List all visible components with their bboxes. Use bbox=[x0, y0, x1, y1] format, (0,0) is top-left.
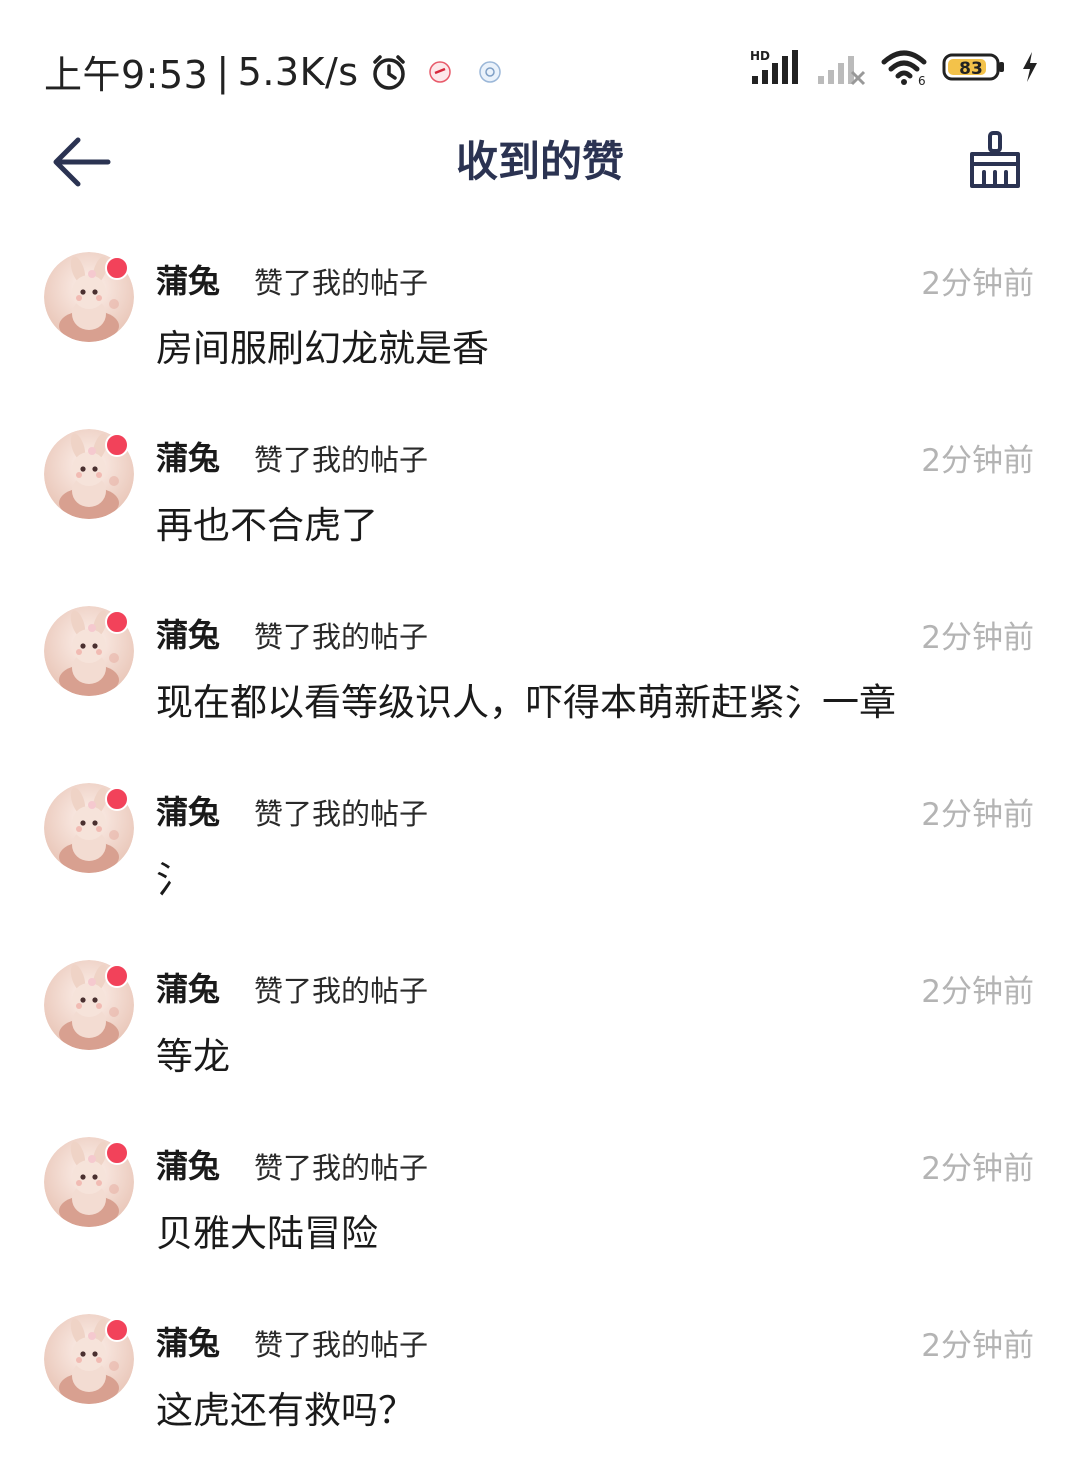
alarm-icon bbox=[372, 54, 405, 90]
unread-dot bbox=[105, 787, 129, 811]
likes-list: 蒲兔 赞了我的帖子 2分钟前 房间服刷幻龙就是香 蒲兔 赞了我的帖子 2分钟前 … bbox=[0, 230, 1080, 1469]
list-item[interactable]: 蒲兔 赞了我的帖子 2分钟前 等龙 bbox=[0, 938, 1080, 1115]
action-text: 赞了我的帖子 bbox=[254, 797, 429, 831]
username[interactable]: 蒲兔 bbox=[156, 964, 220, 1010]
post-content[interactable]: 再也不合虎了 bbox=[156, 495, 378, 549]
notification-icon bbox=[478, 60, 501, 83]
timestamp: 2分钟前 bbox=[921, 1328, 1034, 1364]
svg-text:6: 6 bbox=[918, 74, 926, 86]
unread-dot bbox=[105, 1318, 129, 1342]
status-time: 上午9:53 bbox=[44, 53, 209, 97]
post-content[interactable]: 氵 bbox=[156, 849, 193, 903]
timestamp: 2分钟前 bbox=[921, 443, 1034, 479]
action-text: 赞了我的帖子 bbox=[254, 620, 429, 654]
list-item[interactable]: 蒲兔 赞了我的帖子 2分钟前 氵 bbox=[0, 761, 1080, 938]
username[interactable]: 蒲兔 bbox=[156, 610, 220, 656]
post-content[interactable]: 等龙 bbox=[156, 1026, 230, 1080]
timestamp: 2分钟前 bbox=[921, 797, 1034, 833]
status-separator: | bbox=[216, 49, 230, 94]
action-text: 赞了我的帖子 bbox=[254, 974, 429, 1008]
post-content[interactable]: 这虎还有救吗？ bbox=[156, 1380, 415, 1434]
timestamp: 2分钟前 bbox=[921, 266, 1034, 302]
broom-icon[interactable] bbox=[966, 130, 1024, 190]
signal-icon bbox=[818, 56, 866, 86]
username[interactable]: 蒲兔 bbox=[156, 787, 220, 833]
post-content[interactable]: 房间服刷幻龙就是香 bbox=[156, 318, 489, 372]
list-item[interactable]: 蒲兔 赞了我的帖子 2分钟前 现在都以看等级识人，吓得本萌新赶紧氵一章 bbox=[0, 584, 1080, 761]
header: 收到的赞 bbox=[0, 120, 1080, 204]
unread-dot bbox=[105, 964, 129, 988]
list-item[interactable]: 蒲兔 赞了我的帖子 2分钟前 这虎还有救吗？ bbox=[0, 1292, 1080, 1469]
username[interactable]: 蒲兔 bbox=[156, 1141, 220, 1187]
username[interactable]: 蒲兔 bbox=[156, 433, 220, 479]
battery-level: 83 bbox=[959, 59, 983, 79]
status-bar: 上午9:53 | 5.3K/s HD 6 83 bbox=[0, 0, 1080, 120]
action-text: 赞了我的帖子 bbox=[254, 1328, 429, 1362]
unread-dot bbox=[105, 610, 129, 634]
status-right: HD 6 83 bbox=[750, 48, 1040, 86]
action-text: 赞了我的帖子 bbox=[254, 1151, 429, 1185]
timestamp: 2分钟前 bbox=[921, 620, 1034, 656]
list-item[interactable]: 蒲兔 赞了我的帖子 2分钟前 再也不合虎了 bbox=[0, 407, 1080, 584]
signal-icon: HD bbox=[750, 49, 798, 84]
charging-icon bbox=[1023, 52, 1037, 82]
timestamp: 2分钟前 bbox=[921, 1151, 1034, 1187]
action-text: 赞了我的帖子 bbox=[254, 443, 429, 477]
list-item[interactable]: 蒲兔 赞了我的帖子 2分钟前 贝雅大陆冒险 bbox=[0, 1115, 1080, 1292]
page-title: 收到的赞 bbox=[455, 137, 624, 186]
signal-hd-label: HD bbox=[750, 49, 770, 63]
unread-dot bbox=[105, 1141, 129, 1165]
post-content[interactable]: 现在都以看等级识人，吓得本萌新赶紧氵一章 bbox=[156, 672, 896, 726]
notification-icon bbox=[428, 60, 451, 83]
battery-icon: 83 bbox=[942, 53, 1004, 81]
post-content[interactable]: 贝雅大陆冒险 bbox=[156, 1203, 378, 1257]
status-net-speed: 5.3K/s bbox=[237, 49, 359, 94]
username[interactable]: 蒲兔 bbox=[156, 256, 220, 302]
timestamp: 2分钟前 bbox=[921, 974, 1034, 1010]
status-left: 上午9:53 | 5.3K/s bbox=[44, 44, 503, 99]
unread-dot bbox=[105, 256, 129, 280]
unread-dot bbox=[105, 433, 129, 457]
wifi-icon: 6 bbox=[881, 50, 927, 86]
action-text: 赞了我的帖子 bbox=[254, 266, 429, 300]
username[interactable]: 蒲兔 bbox=[156, 1318, 220, 1364]
list-item[interactable]: 蒲兔 赞了我的帖子 2分钟前 房间服刷幻龙就是香 bbox=[0, 230, 1080, 407]
